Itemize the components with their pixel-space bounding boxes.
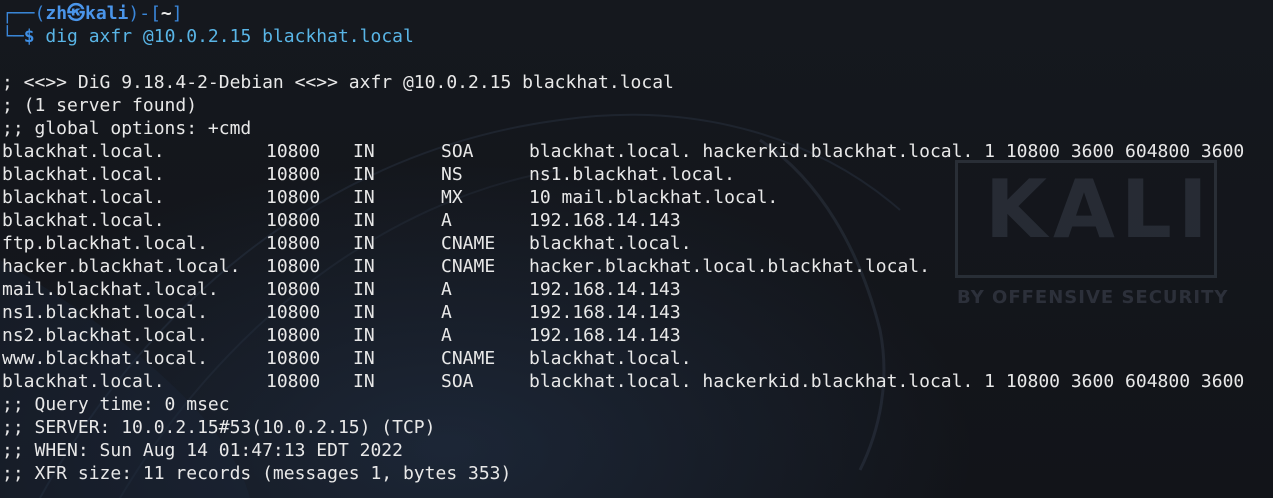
kali-dragon-icon: ㉿ bbox=[67, 3, 86, 24]
command-text: dig axfr @10.0.2.15 blackhat.local bbox=[45, 26, 414, 47]
record-data: blackhat.local. hackerkid.blackhat.local… bbox=[529, 371, 1245, 392]
record-ttl: 10800 bbox=[266, 164, 321, 185]
record-type: SOA bbox=[441, 371, 474, 392]
record-data: 10 mail.blackhat.local. bbox=[529, 187, 779, 208]
record-name: ftp.blackhat.local. bbox=[2, 233, 208, 254]
dig-footer-line: ;; SERVER: 10.0.2.15#53(10.0.2.15) (TCP) bbox=[2, 417, 436, 438]
record-name: mail.blackhat.local. bbox=[2, 279, 219, 300]
record-data: 192.168.14.143 bbox=[529, 325, 681, 346]
dig-header-line: ;; global options: +cmd bbox=[2, 118, 252, 139]
record-data: 192.168.14.143 bbox=[529, 302, 681, 323]
prompt-cwd: ~ bbox=[160, 3, 172, 24]
record-type: A bbox=[441, 302, 452, 323]
record-type: CNAME bbox=[441, 233, 496, 254]
record-type: MX bbox=[441, 187, 463, 208]
record-type: CNAME bbox=[441, 348, 496, 369]
dns-record-row: blackhat.local. 10800 IN MX 10 mail.blackhat… bbox=[2, 186, 1273, 209]
record-data: blackhat.local. bbox=[529, 233, 692, 254]
dns-record-row: ftp.blackhat.local. 10800 IN CNAME blackhat.… bbox=[2, 232, 1273, 255]
record-name: blackhat.local. bbox=[2, 141, 165, 162]
record-type: A bbox=[441, 279, 452, 300]
prompt-line-2: └─$ dig axfr @10.0.2.15 blackhat.local bbox=[2, 25, 1273, 48]
terminal-output[interactable]: ┌──(zh㉿kali)-[~] └─$ dig axfr @10.0.2.15… bbox=[2, 2, 1273, 485]
record-ttl: 10800 bbox=[266, 371, 321, 392]
record-ttl: 10800 bbox=[266, 256, 321, 277]
record-name: blackhat.local. bbox=[2, 210, 165, 231]
record-ttl: 10800 bbox=[266, 279, 321, 300]
dns-record-row: www.blackhat.local. 10800 IN CNAME blackhat.… bbox=[2, 347, 1273, 370]
record-data: blackhat.local. hackerkid.blackhat.local… bbox=[529, 141, 1245, 162]
record-class: IN bbox=[353, 187, 375, 208]
prompt-bracket: )-[ bbox=[128, 3, 161, 24]
record-class: IN bbox=[353, 325, 375, 346]
dns-record-row: mail.blackhat.local. 10800 IN A 192.168.14.1… bbox=[2, 278, 1273, 301]
record-data: hacker.blackhat.local.blackhat.local. bbox=[529, 256, 930, 277]
dns-record-row: blackhat.local. 10800 IN SOA blackhat.local.… bbox=[2, 370, 1273, 393]
prompt-tree-bottom: └─ bbox=[2, 26, 24, 47]
record-type: NS bbox=[441, 164, 463, 185]
prompt-symbol: $ bbox=[23, 26, 35, 47]
record-name: hacker.blackhat.local. bbox=[2, 256, 241, 277]
record-name: ns2.blackhat.local. bbox=[2, 325, 208, 346]
record-ttl: 10800 bbox=[266, 233, 321, 254]
prompt-user: zh bbox=[45, 3, 68, 24]
record-class: IN bbox=[353, 210, 375, 231]
record-ttl: 10800 bbox=[266, 302, 321, 323]
dig-footer-line: ;; Query time: 0 msec bbox=[2, 394, 230, 415]
prompt-bracket-close: ] bbox=[171, 3, 183, 24]
record-name: blackhat.local. bbox=[2, 187, 165, 208]
record-class: IN bbox=[353, 141, 375, 162]
record-data: ns1.blackhat.local. bbox=[529, 164, 735, 185]
record-ttl: 10800 bbox=[266, 348, 321, 369]
dns-record-row: hacker.blackhat.local. 10800 IN CNAME hacker… bbox=[2, 255, 1273, 278]
dig-header-line: ; <<>> DiG 9.18.4-2-Debian <<>> axfr @10… bbox=[2, 72, 674, 93]
record-type: A bbox=[441, 325, 452, 346]
prompt-host: kali bbox=[85, 3, 129, 24]
record-class: IN bbox=[353, 233, 375, 254]
record-name: blackhat.local. bbox=[2, 371, 165, 392]
record-data: 192.168.14.143 bbox=[529, 279, 681, 300]
dns-record-row: blackhat.local. 10800 IN SOA blackhat.local.… bbox=[2, 140, 1273, 163]
dns-record-row: blackhat.local. 10800 IN NS ns1.blackhat.loc… bbox=[2, 163, 1273, 186]
record-name: blackhat.local. bbox=[2, 164, 165, 185]
record-data: blackhat.local. bbox=[529, 348, 692, 369]
dns-record-row: blackhat.local. 10800 IN A 192.168.14.143 bbox=[2, 209, 1273, 232]
record-type: CNAME bbox=[441, 256, 496, 277]
prompt-tree-top: ┌──( bbox=[2, 3, 46, 24]
record-ttl: 10800 bbox=[266, 187, 321, 208]
record-ttl: 10800 bbox=[266, 325, 321, 346]
dns-record-row: ns1.blackhat.local. 10800 IN A 192.168.14.14… bbox=[2, 301, 1273, 324]
record-class: IN bbox=[353, 256, 375, 277]
record-name: www.blackhat.local. bbox=[2, 348, 208, 369]
dns-record-row: ns2.blackhat.local. 10800 IN A 192.168.14.14… bbox=[2, 324, 1273, 347]
record-ttl: 10800 bbox=[266, 141, 321, 162]
record-class: IN bbox=[353, 371, 375, 392]
record-class: IN bbox=[353, 348, 375, 369]
record-class: IN bbox=[353, 302, 375, 323]
dig-footer-line: ;; WHEN: Sun Aug 14 01:47:13 EDT 2022 bbox=[2, 440, 403, 461]
record-data: 192.168.14.143 bbox=[529, 210, 681, 231]
record-name: ns1.blackhat.local. bbox=[2, 302, 208, 323]
record-class: IN bbox=[353, 279, 375, 300]
prompt-line-1: ┌──(zh㉿kali)-[~] bbox=[2, 2, 1273, 25]
record-ttl: 10800 bbox=[266, 210, 321, 231]
dig-header-line: ; (1 server found) bbox=[2, 95, 198, 116]
record-class: IN bbox=[353, 164, 375, 185]
record-type: A bbox=[441, 210, 452, 231]
record-type: SOA bbox=[441, 141, 474, 162]
dig-footer-line: ;; XFR size: 11 records (messages 1, byt… bbox=[2, 463, 512, 484]
